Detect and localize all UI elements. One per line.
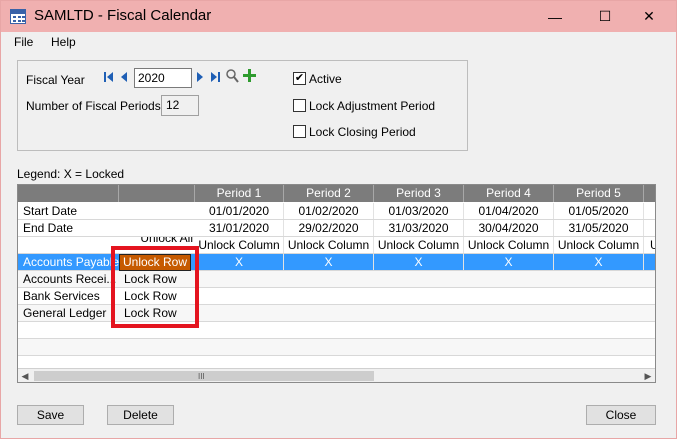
- horizontal-scrollbar[interactable]: ◀ III ▶: [18, 368, 655, 382]
- lock-closing-label: Lock Closing Period: [309, 125, 416, 139]
- lock-cell[interactable]: X: [374, 254, 464, 270]
- unlock-column-button[interactable]: Unlock Column: [195, 237, 284, 253]
- lock-row-button[interactable]: Lock Row: [119, 288, 195, 304]
- lock-cell[interactable]: X: [554, 254, 644, 270]
- start-date-cell: 01/01/2020: [195, 203, 284, 219]
- fiscal-year-panel: Fiscal Year Number of Fiscal Periods 12 …: [17, 60, 468, 151]
- first-icon[interactable]: [104, 71, 113, 85]
- scroll-right-icon[interactable]: ▶: [641, 369, 655, 382]
- title-bar: SAMLTD - Fiscal Calendar — ☐ ✕: [1, 1, 676, 32]
- header-action-column: [119, 185, 195, 202]
- empty-row: [18, 322, 655, 339]
- fiscal-calendar-window: SAMLTD - Fiscal Calendar — ☐ ✕ File Help…: [0, 0, 677, 439]
- start-date-cell: 01/04/2020: [464, 203, 554, 219]
- unlock-column-button-clipped[interactable]: U: [650, 237, 655, 253]
- row-label: General Ledger: [23, 306, 107, 320]
- next-icon[interactable]: [197, 71, 204, 85]
- lock-closing-checkbox[interactable]: [293, 125, 306, 138]
- menu-file[interactable]: File: [14, 35, 33, 49]
- lock-cell[interactable]: X: [284, 254, 374, 270]
- end-date-cell: 31/05/2020: [554, 220, 644, 236]
- unlock-column-button[interactable]: Unlock Column: [284, 237, 374, 253]
- header-period-4[interactable]: Period 4: [464, 185, 554, 202]
- maximize-button[interactable]: ☐: [582, 1, 628, 32]
- start-date-row: Start Date 01/01/2020 01/02/2020 01/03/2…: [18, 203, 655, 220]
- close-button[interactable]: Close: [586, 405, 656, 425]
- table-row[interactable]: Bank Services Lock Row: [18, 288, 655, 305]
- end-date-cell: 31/03/2020: [374, 220, 464, 236]
- table-row[interactable]: General Ledger Lock Row: [18, 305, 655, 322]
- menu-bar: File Help: [1, 32, 676, 52]
- start-date-cell: 01/02/2020: [284, 203, 374, 219]
- lock-row-button[interactable]: Lock Row: [119, 305, 195, 321]
- header-period-5[interactable]: Period 5: [554, 185, 644, 202]
- unlock-column-button[interactable]: Unlock Column: [374, 237, 464, 253]
- fiscal-periods-label: Number of Fiscal Periods: [26, 99, 161, 113]
- lock-adjustment-checkbox[interactable]: [293, 99, 306, 112]
- start-date-cell: 01/03/2020: [374, 203, 464, 219]
- start-date-cell: 01/05/2020: [554, 203, 644, 219]
- last-icon[interactable]: [211, 71, 220, 85]
- delete-button[interactable]: Delete: [107, 405, 174, 425]
- row-label: Bank Services: [23, 289, 100, 303]
- lock-row-button[interactable]: Lock Row: [119, 271, 195, 287]
- scroll-grip: III: [198, 372, 205, 381]
- end-date-row: End Date 31/01/2020 29/02/2020 31/03/202…: [18, 220, 655, 237]
- header-period-1[interactable]: Period 1: [195, 185, 284, 202]
- menu-help[interactable]: Help: [51, 35, 76, 49]
- lock-cell[interactable]: X: [464, 254, 554, 270]
- close-window-button[interactable]: ✕: [626, 1, 672, 32]
- unlock-column-row: Unlock All Unlock Column Unlock Column U…: [18, 237, 655, 254]
- unlock-row-button[interactable]: Unlock Row: [119, 254, 191, 271]
- fiscal-year-input[interactable]: [134, 68, 192, 88]
- lock-adjustment-label: Lock Adjustment Period: [309, 99, 436, 113]
- fiscal-periods-value: 12: [161, 95, 199, 116]
- end-date-cell: 30/04/2020: [464, 220, 554, 236]
- save-button[interactable]: Save: [17, 405, 84, 425]
- scroll-thumb[interactable]: III: [34, 371, 374, 381]
- window-title: SAMLTD - Fiscal Calendar: [34, 7, 212, 24]
- header-period-3[interactable]: Period 3: [374, 185, 464, 202]
- legend-text: Legend: X = Locked: [17, 167, 125, 181]
- finder-icon[interactable]: [226, 69, 239, 85]
- row-label: End Date: [23, 221, 74, 235]
- minimize-button[interactable]: —: [532, 1, 578, 32]
- table-row[interactable]: Accounts Recei... Lock Row: [18, 271, 655, 288]
- calendar-app-icon: [10, 9, 26, 24]
- table-row[interactable]: Accounts Payable Unlock Row X X X X X: [18, 254, 655, 271]
- fiscal-periods-grid: Period 1 Period 2 Period 3 Period 4 Peri…: [17, 184, 656, 383]
- new-icon[interactable]: [243, 69, 256, 84]
- unlock-column-button[interactable]: Unlock Column: [554, 237, 644, 253]
- lock-cell[interactable]: X: [195, 254, 284, 270]
- unlock-all-button[interactable]: Unlock All: [123, 237, 195, 246]
- row-label: Start Date: [23, 204, 78, 218]
- active-checkbox[interactable]: ✔: [293, 72, 306, 85]
- grid-header: Period 1 Period 2 Period 3 Period 4 Peri…: [18, 185, 655, 202]
- end-date-cell: 31/01/2020: [195, 220, 284, 236]
- header-period-2[interactable]: Period 2: [284, 185, 374, 202]
- header-label-column: [18, 185, 119, 202]
- fiscal-year-label: Fiscal Year: [26, 73, 85, 87]
- active-label: Active: [309, 72, 342, 86]
- empty-row: [18, 339, 655, 356]
- row-label: Accounts Payable: [23, 255, 119, 269]
- scroll-left-icon[interactable]: ◀: [18, 369, 32, 382]
- end-date-cell: 29/02/2020: [284, 220, 374, 236]
- previous-icon[interactable]: [120, 71, 127, 85]
- unlock-column-button[interactable]: Unlock Column: [464, 237, 554, 253]
- row-label: Accounts Recei...: [23, 272, 117, 286]
